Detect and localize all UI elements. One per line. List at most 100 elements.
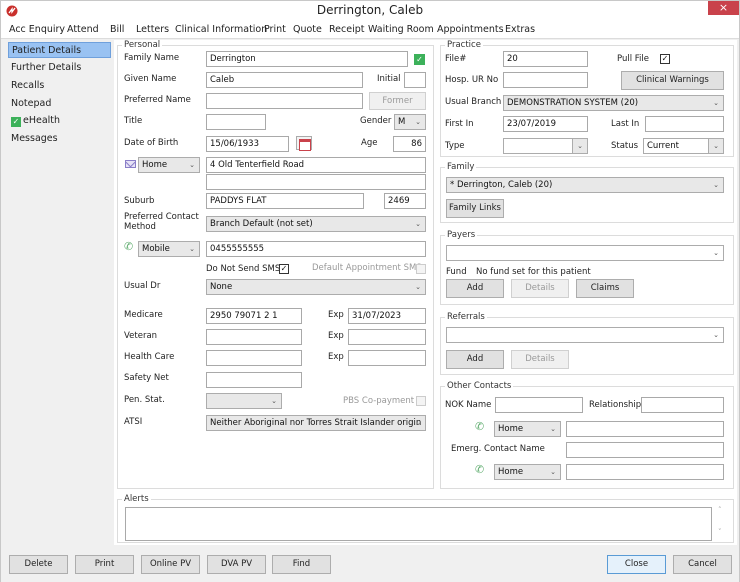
menu-clinical-information[interactable]: Clinical Information <box>175 24 267 35</box>
phone-type-value: Mobile <box>142 244 170 254</box>
address-type-select[interactable]: Home ⌄ <box>138 157 200 173</box>
age-input[interactable]: 86 <box>393 136 426 152</box>
payers-add-button[interactable]: Add <box>446 279 504 298</box>
payers-claims-button[interactable]: Claims <box>576 279 634 298</box>
nok-name-input[interactable] <box>495 397 583 413</box>
first-in-input[interactable]: 23/07/2019 <box>503 116 588 132</box>
menu-receipt[interactable]: Receipt <box>329 24 364 35</box>
payers-select[interactable]: ⌄ <box>446 245 724 261</box>
nok-phone-type-value: Home <box>498 424 524 434</box>
sidebar-item-further-details[interactable]: Further Details <box>8 60 111 76</box>
personal-group-label: Personal <box>122 40 163 50</box>
chevron-down-icon: ⌄ <box>189 245 195 253</box>
cancel-button[interactable]: Cancel <box>673 555 732 574</box>
menu-acc-enquiry[interactable]: Acc Enquiry <box>9 24 65 35</box>
referrals-add-button[interactable]: Add <box>446 350 504 369</box>
atsi-select[interactable]: Neither Aboriginal nor Torres Strait Isl… <box>206 415 426 431</box>
delete-button[interactable]: Delete <box>9 555 68 574</box>
usual-branch-select[interactable]: DEMONSTRATION SYSTEM (20) ⌄ <box>503 95 724 111</box>
print-button[interactable]: Print <box>75 555 134 574</box>
calendar-icon[interactable] <box>296 136 312 151</box>
menu-waiting-room[interactable]: Waiting Room <box>368 24 434 35</box>
clinical-warnings-button[interactable]: Clinical Warnings <box>621 71 724 90</box>
do-not-send-sms-checkbox[interactable]: ✓ <box>279 264 289 274</box>
veteran-input[interactable] <box>206 329 302 345</box>
dob-input[interactable]: 15/06/1933 <box>206 136 289 152</box>
medicare-input[interactable]: 2950 79071 2 1 <box>206 308 302 324</box>
pbs-copayment-checkbox[interactable] <box>416 396 426 406</box>
default-appt-sms-checkbox[interactable] <box>416 264 426 274</box>
gender-value: M <box>398 117 406 127</box>
medicare-label: Medicare <box>124 310 163 320</box>
preferred-name-input[interactable] <box>206 93 363 109</box>
usual-dr-select[interactable]: None ⌄ <box>206 279 426 295</box>
close-button[interactable]: Close <box>607 555 666 574</box>
last-in-input[interactable] <box>645 116 724 132</box>
payers-details-button[interactable]: Details <box>511 279 569 298</box>
initial-input[interactable] <box>404 72 426 88</box>
family-name-input[interactable]: Derrington <box>206 51 408 67</box>
sidebar-item-patient-details[interactable]: Patient Details <box>8 42 111 58</box>
pen-stat-select[interactable]: ⌄ <box>206 393 282 409</box>
menu-appointments[interactable]: Appointments <box>437 24 504 35</box>
address-line2-input[interactable] <box>206 174 426 190</box>
health-care-input[interactable] <box>206 350 302 366</box>
phone-input[interactable]: 0455555555 <box>206 241 426 257</box>
health-care-exp-input[interactable] <box>348 350 426 366</box>
menu-attend[interactable]: Attend <box>67 24 99 35</box>
relationship-input[interactable] <box>641 397 724 413</box>
file-no-input[interactable]: 20 <box>503 51 588 67</box>
given-name-label: Given Name <box>124 74 177 84</box>
sidebar-item-messages[interactable]: Messages <box>8 131 111 147</box>
safety-net-input[interactable] <box>206 372 302 388</box>
usual-branch-label: Usual Branch <box>445 97 502 107</box>
usual-dr-label: Usual Dr <box>124 281 161 291</box>
sidebar-item-ehealth[interactable]: ✓ eHealth <box>8 113 111 129</box>
menu-letters[interactable]: Letters <box>136 24 169 35</box>
gender-select[interactable]: M ⌄ <box>394 114 426 130</box>
referrals-details-button[interactable]: Details <box>511 350 569 369</box>
dva-pv-button[interactable]: DVA PV <box>207 555 266 574</box>
emerg-contact-input[interactable] <box>566 442 724 458</box>
hosp-ur-input[interactable] <box>503 72 588 88</box>
alerts-textarea[interactable] <box>125 507 712 541</box>
online-pv-button[interactable]: Online PV <box>141 555 200 574</box>
veteran-exp-input[interactable] <box>348 329 426 345</box>
pull-file-checkbox[interactable]: ✓ <box>660 54 670 64</box>
menu-bill[interactable]: Bill <box>110 24 124 35</box>
chevron-down-icon: ⌄ <box>713 181 719 189</box>
scroll-up-icon[interactable]: ˄ <box>718 506 722 514</box>
sidebar-item-recalls[interactable]: Recalls <box>8 78 111 94</box>
address-line1-input[interactable]: 4 Old Tenterfield Road <box>206 157 426 173</box>
given-name-input[interactable]: Caleb <box>206 72 363 88</box>
window-close-button[interactable]: × <box>708 1 739 15</box>
title-input[interactable] <box>206 114 266 130</box>
status-select[interactable]: Current ⌄ <box>643 138 724 154</box>
referrals-select[interactable]: ⌄ <box>446 327 724 343</box>
menu-quote[interactable]: Quote <box>293 24 322 35</box>
scroll-down-icon[interactable]: ˅ <box>718 528 722 536</box>
type-select[interactable]: ⌄ <box>503 138 588 154</box>
family-select[interactable]: * Derrington, Caleb (20) ⌄ <box>446 177 724 193</box>
suburb-input[interactable]: PADDYS FLAT <box>206 193 364 209</box>
nok-phone-type-select[interactable]: Home ⌄ <box>494 421 561 437</box>
phone-type-select[interactable]: Mobile ⌄ <box>138 241 200 257</box>
sidebar-item-notepad[interactable]: Notepad <box>8 96 111 112</box>
preferred-contact-select[interactable]: Branch Default (not set) ⌄ <box>206 216 426 232</box>
alerts-group-label: Alerts <box>122 494 151 504</box>
bottom-button-bar: Delete Print Online PV DVA PV Find Close… <box>1 546 739 582</box>
former-button[interactable]: Former <box>369 92 426 110</box>
hosp-ur-label: Hosp. UR No <box>445 75 499 85</box>
nok-phone-input[interactable] <box>566 421 724 437</box>
medicare-exp-input[interactable]: 31/07/2023 <box>348 308 426 324</box>
emerg-phone-type-select[interactable]: Home ⌄ <box>494 464 561 480</box>
family-links-button[interactable]: Family Links <box>446 199 504 218</box>
default-appt-sms-label: Default Appointment SMS <box>312 263 422 273</box>
menu-extras[interactable]: Extras <box>505 24 535 35</box>
safety-net-label: Safety Net <box>124 373 169 383</box>
find-button[interactable]: Find <box>272 555 331 574</box>
preferred-contact-value: Branch Default (not set) <box>210 219 313 229</box>
postcode-input[interactable]: 2469 <box>384 193 426 209</box>
menu-print[interactable]: Print <box>264 24 286 35</box>
emerg-phone-input[interactable] <box>566 464 724 480</box>
